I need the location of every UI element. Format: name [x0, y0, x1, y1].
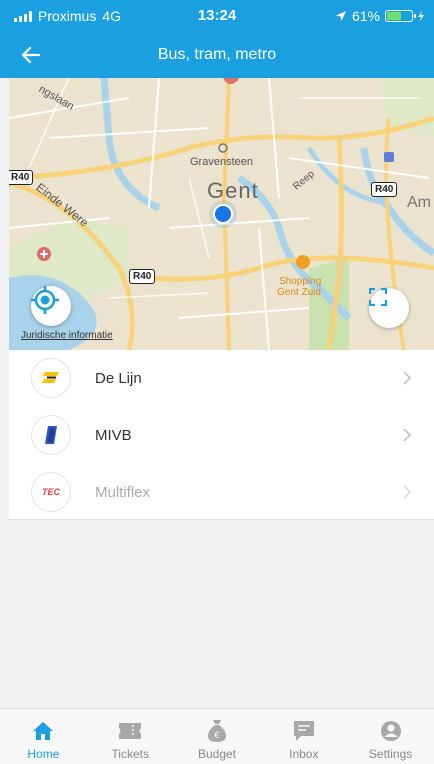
crosshair-icon — [31, 286, 59, 314]
tab-home[interactable]: Home — [0, 709, 87, 764]
map-label-city: Gent — [207, 178, 259, 203]
tec-logo: TEC — [31, 472, 71, 512]
battery-icon — [385, 10, 416, 22]
location-arrow-icon — [335, 11, 346, 21]
road-badge: R40 — [9, 170, 34, 185]
map-label-gravensteen: Gravensteen — [190, 156, 253, 168]
list-item-de-lijn[interactable]: De Lijn — [9, 350, 434, 407]
tab-bar: Home Tickets € Budget Inbox Settings — [0, 708, 434, 764]
road-badge: R40 — [129, 269, 156, 284]
operator-name: De Lijn — [95, 370, 142, 387]
tab-label: Home — [27, 747, 60, 761]
legal-info-link[interactable]: Juridische informatie — [21, 330, 113, 341]
svg-text:€: € — [214, 731, 220, 741]
map-label-shopping-sub: Gent Zuid — [277, 287, 321, 298]
tab-inbox[interactable]: Inbox — [260, 709, 347, 764]
app-screen: Proximus 4G 13:24 61% Bus, tram, metro n… — [0, 0, 434, 764]
money-bag-icon: € — [204, 719, 230, 743]
app-header: Bus, tram, metro — [0, 32, 434, 78]
chevron-right-icon — [403, 485, 412, 499]
fullscreen-button[interactable] — [369, 288, 409, 328]
status-right: 61% — [335, 8, 424, 24]
page-title: Bus, tram, metro — [157, 46, 277, 63]
tab-label: Settings — [368, 747, 413, 761]
operator-name: Multiflex — [95, 484, 151, 501]
list-item-multiflex[interactable]: TEC Multiflex — [9, 464, 434, 521]
map-label-partial: Am — [407, 194, 431, 211]
home-icon — [30, 719, 56, 743]
status-bar: Proximus 4G 13:24 61% — [0, 0, 434, 32]
chevron-right-icon — [403, 371, 412, 385]
charging-icon — [418, 11, 424, 21]
operator-name: MIVB — [95, 427, 132, 444]
fullscreen-icon — [369, 288, 387, 306]
operator-list: De Lijn MIVB TEC Multiflex — [9, 350, 434, 520]
message-icon — [291, 719, 317, 743]
de-lijn-logo — [31, 358, 71, 398]
tab-budget[interactable]: € Budget — [174, 709, 261, 764]
mivb-logo — [31, 415, 71, 455]
locate-me-button[interactable] — [31, 286, 71, 326]
tab-label: Budget — [197, 747, 237, 761]
user-icon — [378, 719, 404, 743]
chevron-right-icon — [403, 428, 412, 442]
map-view[interactable]: ngslaan Gravensteen Gent Einde Were Reep… — [9, 78, 434, 350]
list-item-mivb[interactable]: MIVB — [9, 407, 434, 464]
tab-tickets[interactable]: Tickets — [87, 709, 174, 764]
tab-label: Inbox — [289, 747, 319, 761]
ticket-icon — [117, 719, 143, 743]
road-badge: R40 — [371, 182, 398, 197]
battery-percent: 61% — [351, 8, 380, 24]
map-label-shopping: Shopping — [279, 276, 322, 287]
tab-label: Tickets — [111, 747, 149, 761]
tab-settings[interactable]: Settings — [347, 709, 434, 764]
